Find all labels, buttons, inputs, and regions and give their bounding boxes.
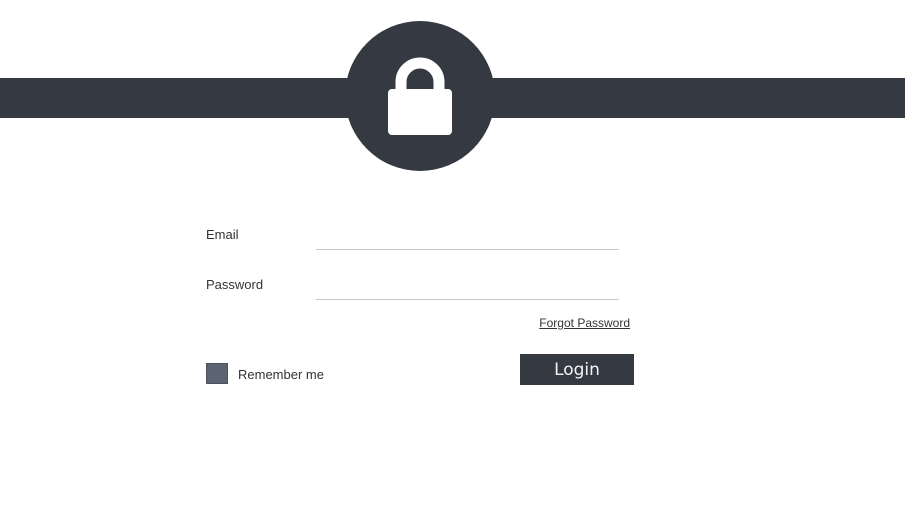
- login-page: Email Password Forgot Password Remember …: [0, 0, 905, 507]
- login-button[interactable]: Login: [520, 354, 634, 385]
- remember-me-label[interactable]: Remember me: [238, 367, 324, 382]
- lock-icon: [388, 57, 452, 135]
- email-label: Email: [206, 227, 239, 242]
- lock-badge: [345, 21, 495, 171]
- email-input[interactable]: [316, 220, 619, 250]
- remember-me[interactable]: Remember me: [206, 362, 324, 384]
- remember-me-checkbox[interactable]: [206, 362, 228, 384]
- email-row: Email: [206, 212, 619, 252]
- password-label: Password: [206, 277, 264, 292]
- password-row: Password: [206, 262, 619, 302]
- forgot-password-link[interactable]: Forgot Password: [539, 316, 630, 330]
- password-input[interactable]: [316, 270, 619, 300]
